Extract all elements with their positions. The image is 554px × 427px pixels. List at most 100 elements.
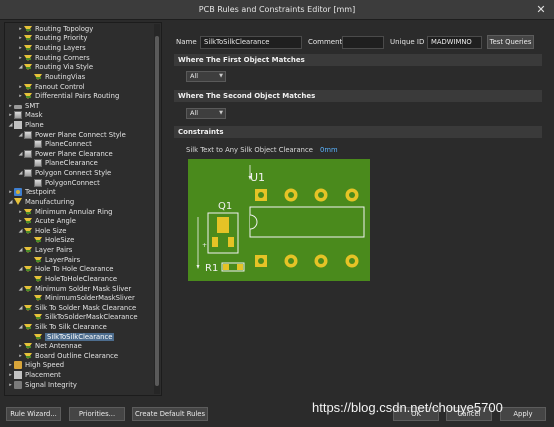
tree-item[interactable]: ◢ Power Plane Clearance — [17, 149, 113, 159]
rule-icon — [24, 351, 32, 360]
collapse-icon[interactable]: ◢ — [17, 266, 24, 272]
tree-item[interactable]: MinimumSolderMaskSliver — [27, 293, 135, 303]
unique-id-field[interactable]: MADWIMNO — [427, 36, 482, 49]
tree-item[interactable]: ▸ High Speed — [7, 361, 64, 371]
collapse-icon[interactable]: ◢ — [17, 286, 24, 292]
first-object-heading: Where The First Object Matches — [174, 54, 542, 66]
tree-item[interactable]: ◢ Silk To Silk Clearance — [17, 322, 107, 332]
second-object-select[interactable]: All ▼ — [186, 108, 226, 119]
tree-item-label: Routing Corners — [35, 53, 90, 62]
tree-item[interactable]: ▸ Mask — [7, 111, 43, 121]
tree-item[interactable]: RoutingVias — [27, 72, 85, 82]
tree-item[interactable]: ◢ Hole To Hole Clearance — [17, 265, 113, 275]
tree-item[interactable]: ▸ Net Antennae — [17, 341, 82, 351]
tree-item[interactable]: ▸ Acute Angle — [17, 216, 76, 226]
tree-item[interactable]: ▸ Routing Topology — [17, 24, 93, 34]
tree-item[interactable]: ▸ SMT — [7, 101, 39, 111]
expand-icon[interactable]: ▸ — [7, 372, 14, 378]
collapse-icon[interactable]: ◢ — [17, 151, 24, 157]
tree-item[interactable]: ◢ Routing Via Style — [17, 62, 93, 72]
test-queries-button[interactable]: Test Queries — [487, 35, 534, 49]
tree-item[interactable]: HoleSize — [27, 236, 74, 246]
expand-icon[interactable]: ▸ — [7, 103, 14, 109]
expand-icon[interactable]: ▸ — [17, 35, 24, 41]
expand-icon[interactable]: ▸ — [7, 382, 14, 388]
tree-item[interactable]: LayerPairs — [27, 255, 80, 265]
rule-icon — [24, 24, 32, 33]
collapse-icon[interactable]: ◢ — [17, 170, 24, 176]
tree-item[interactable]: PlaneConnect — [27, 139, 92, 149]
expand-icon[interactable]: ▸ — [7, 362, 14, 368]
tree-item-label: Testpoint — [25, 188, 56, 197]
apply-button[interactable]: Apply — [500, 407, 546, 421]
tree-item[interactable]: ▸ Board Outline Clearance — [17, 351, 118, 361]
collapse-icon[interactable]: ◢ — [17, 305, 24, 311]
expand-icon[interactable]: ▸ — [17, 353, 24, 359]
collapse-icon[interactable]: ◢ — [17, 247, 24, 253]
tree-item[interactable]: PlaneClearance — [27, 159, 98, 169]
tree-item[interactable]: ◢ Hole Size — [17, 226, 66, 236]
tree-item[interactable]: ◢ Plane — [7, 120, 44, 130]
comment-field[interactable] — [342, 36, 384, 49]
expand-icon[interactable]: ▸ — [17, 93, 24, 99]
tree-item[interactable]: ◢ Silk To Solder Mask Clearance — [17, 303, 136, 313]
second-object-select-value: All — [190, 109, 199, 117]
tree-item[interactable]: ▸ Routing Priority — [17, 34, 87, 44]
rules-tree[interactable]: ▸ Routing Topology ▸ Routing Priority ▸ Routi… — [4, 22, 162, 396]
tree-item-label: Placement — [25, 371, 61, 380]
silk-clearance-value[interactable]: 0mm — [320, 146, 338, 154]
tree-item[interactable]: ◢ Polygon Connect Style — [17, 168, 111, 178]
folder-icon — [24, 130, 32, 139]
tree-item[interactable]: ▸ Differential Pairs Routing — [17, 91, 119, 101]
rule-editor-panel: Name SilkToSilkClearance Comment Unique … — [168, 22, 550, 396]
expand-icon[interactable]: ▸ — [17, 55, 24, 61]
tree-item[interactable]: ▸ Testpoint — [7, 188, 56, 198]
expand-icon[interactable]: ▸ — [17, 209, 24, 215]
scrollbar-thumb[interactable] — [155, 36, 159, 386]
collapse-icon[interactable]: ◢ — [17, 64, 24, 70]
expand-icon[interactable]: ▸ — [17, 26, 24, 32]
tree-item[interactable]: HoleToHoleClearance — [27, 274, 117, 284]
collapse-icon[interactable]: ◢ — [17, 132, 24, 138]
tree-item[interactable]: ▸ Placement — [7, 370, 61, 380]
collapse-icon[interactable]: ◢ — [17, 324, 24, 330]
create-default-rules-button[interactable]: Create Default Rules — [132, 407, 208, 421]
tree-item[interactable]: ▸ Routing Corners — [17, 53, 90, 63]
name-field[interactable]: SilkToSilkClearance — [200, 36, 302, 49]
first-object-select-value: All — [190, 72, 199, 80]
silk-clearance-label: Silk Text to Any Silk Object Clearance — [186, 146, 313, 154]
tree-item[interactable]: ▸ Signal Integrity — [7, 380, 77, 390]
expand-icon[interactable]: ▸ — [7, 189, 14, 195]
tree-item[interactable]: ▸ Minimum Annular Ring — [17, 207, 112, 217]
folder-icon — [34, 178, 42, 187]
tree-item[interactable]: ◢ Manufacturing — [7, 197, 74, 207]
close-icon[interactable]: ✕ — [534, 3, 548, 17]
collapse-icon[interactable]: ◢ — [17, 228, 24, 234]
tree-item-label: LayerPairs — [45, 255, 81, 264]
tree-item-label: Polygon Connect Style — [35, 169, 112, 178]
collapse-icon[interactable]: ◢ — [7, 199, 14, 205]
tree-scrollbar[interactable] — [154, 24, 160, 394]
signal-integrity-icon — [14, 380, 22, 389]
tree-item-label: Routing Topology — [35, 24, 94, 33]
expand-icon[interactable]: ▸ — [7, 112, 14, 118]
rule-icon — [34, 274, 42, 283]
expand-icon[interactable]: ▸ — [17, 343, 24, 349]
tree-item[interactable]: ◢ Minimum Solder Mask Sliver — [17, 284, 131, 294]
tree-item[interactable]: ◢ Power Plane Connect Style — [17, 130, 126, 140]
priorities-button[interactable]: Priorities... — [69, 407, 125, 421]
tree-item[interactable]: PolygonConnect — [27, 178, 100, 188]
tree-item[interactable]: SilkToSolderMaskClearance — [27, 313, 138, 323]
tree-item[interactable]: ▸ Routing Layers — [17, 43, 86, 53]
tree-item-label: Routing Via Style — [35, 63, 94, 72]
expand-icon[interactable]: ▸ — [17, 84, 24, 90]
tree-item[interactable]: ◢ Layer Pairs — [17, 245, 72, 255]
tree-item[interactable]: ▸ Fanout Control — [17, 82, 85, 92]
first-object-select[interactable]: All ▼ — [186, 71, 226, 82]
expand-icon[interactable]: ▸ — [17, 218, 24, 224]
expand-icon[interactable]: ▸ — [17, 45, 24, 51]
tree-item[interactable]: SilkToSilkClearance — [27, 332, 115, 342]
rule-wizard-button[interactable]: Rule Wizard... — [6, 407, 61, 421]
tree-item-label: Power Plane Clearance — [35, 149, 113, 158]
collapse-icon[interactable]: ◢ — [7, 122, 14, 128]
